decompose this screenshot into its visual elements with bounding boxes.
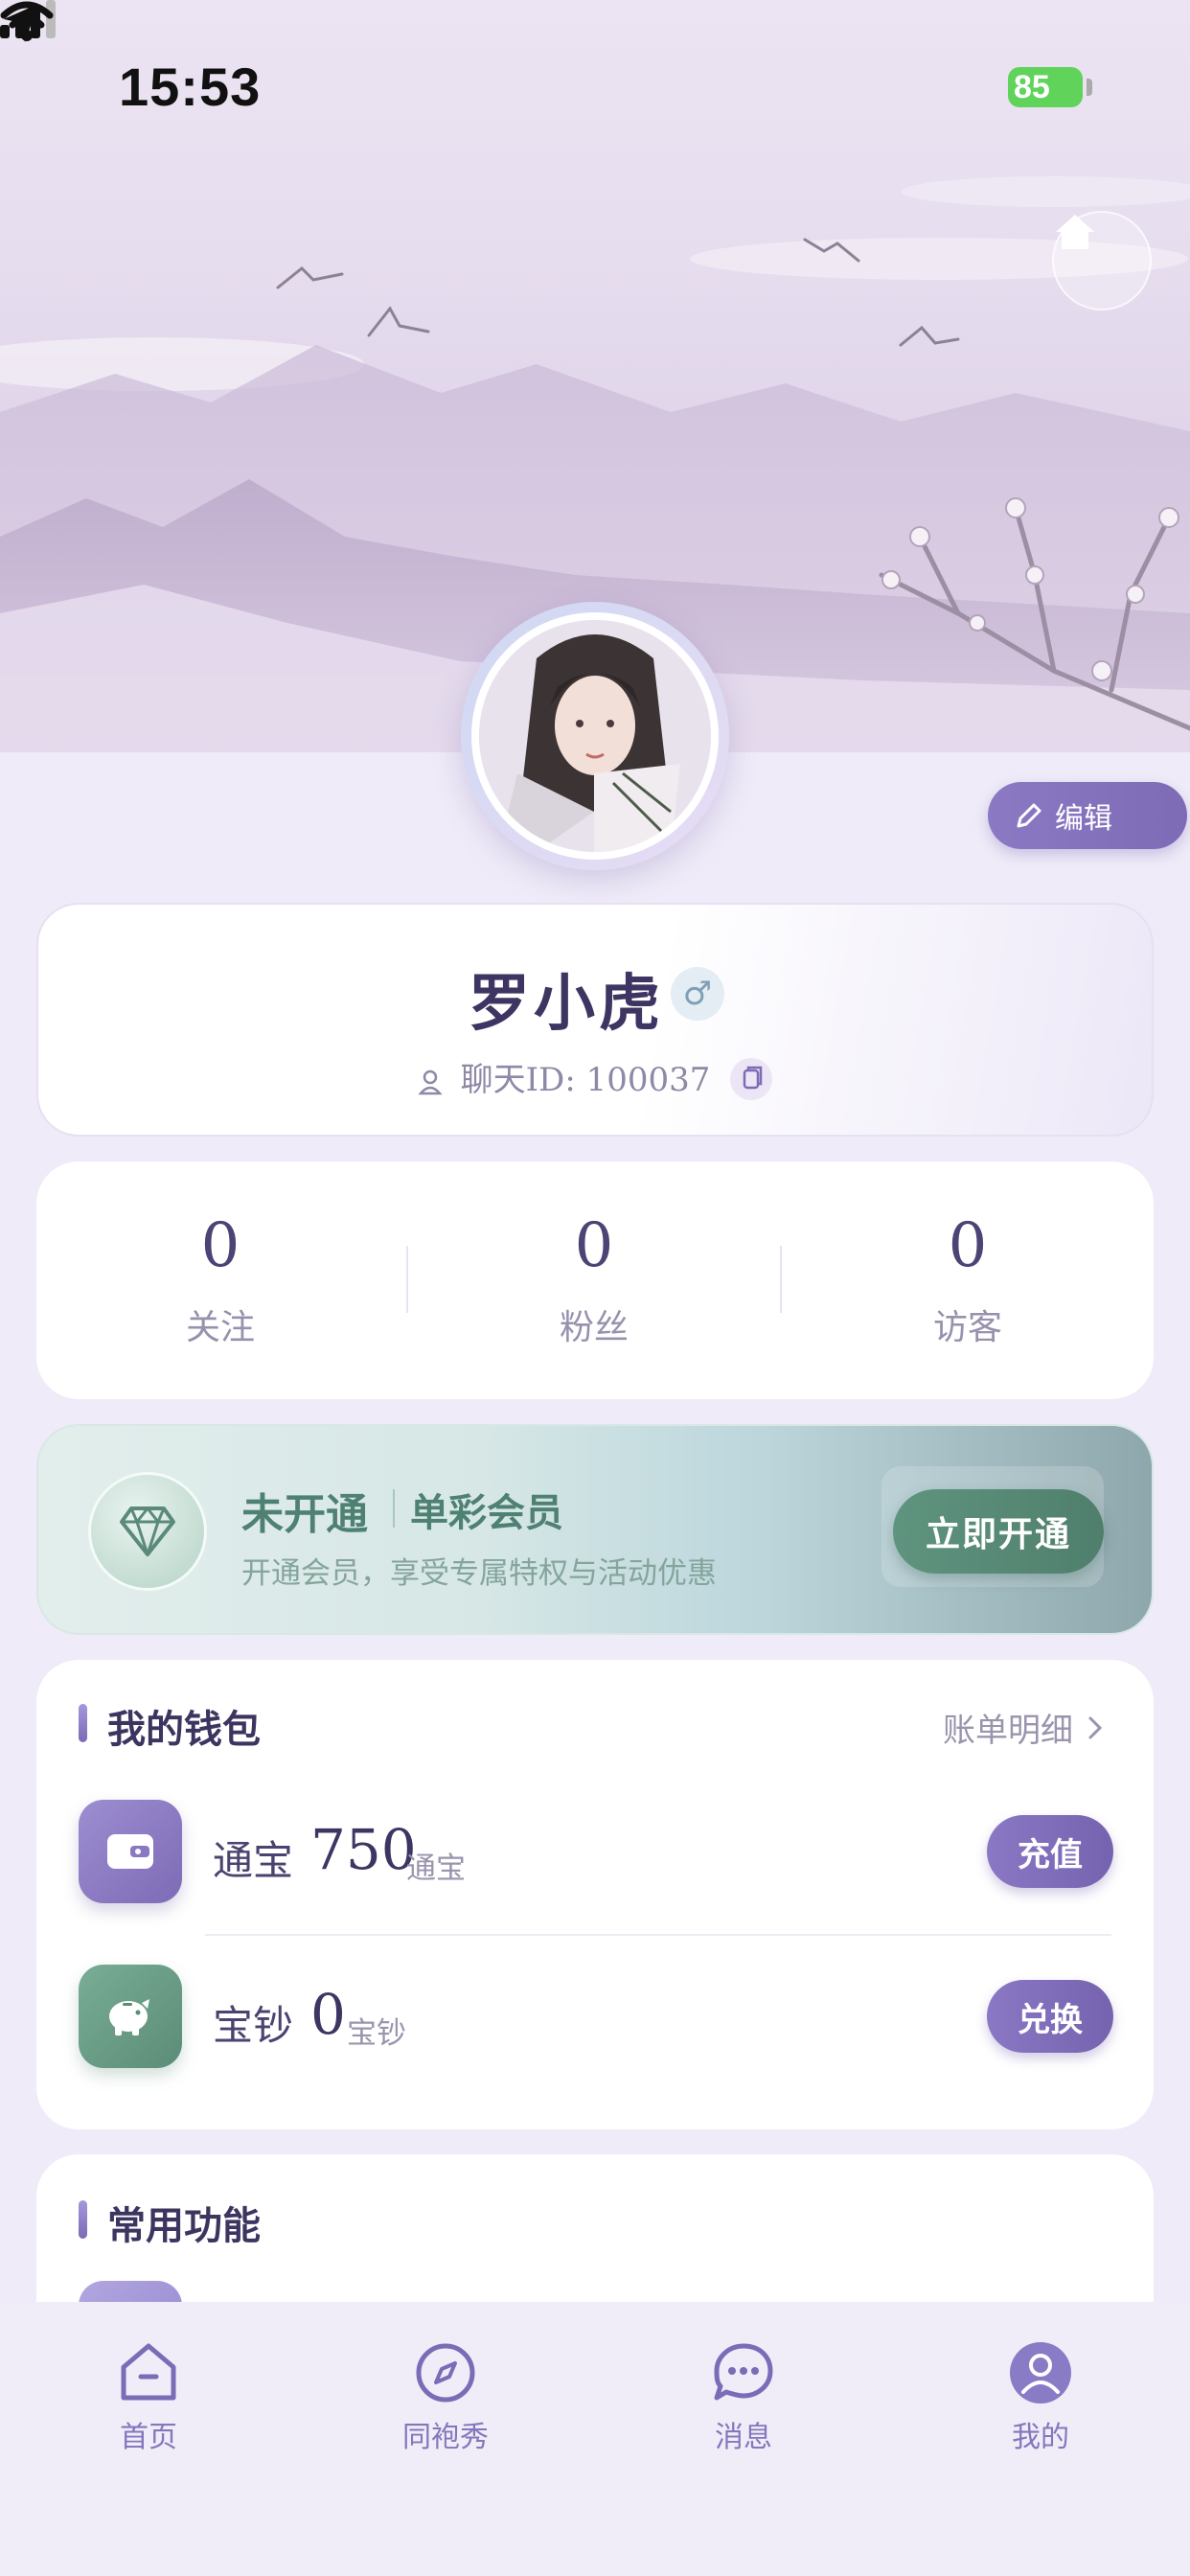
user-outline-icon (418, 1070, 443, 1095)
bill-details-label: 账单明细 (943, 1712, 1073, 1750)
tab-label: 我的 (1012, 2421, 1069, 2454)
wifi-icon (0, 1, 54, 41)
edit-label: 编辑 (1055, 802, 1112, 836)
stat-visitors[interactable]: 0 访客 (824, 1215, 1111, 1349)
vip-status: 未开通 (241, 1490, 368, 1539)
tab-home[interactable]: 首页 (53, 2338, 244, 2455)
pencil-icon (1017, 803, 1041, 828)
stat-divider (406, 1246, 408, 1313)
tongbao-amount: 750 (310, 1817, 417, 1882)
baochao-label: 宝钞 (213, 2002, 294, 2049)
vip-membership-card[interactable]: 未开通 单彩会员 开通会员，享受专属特权与活动优惠 立即开通 (36, 1424, 1154, 1635)
piggy-bank-icon (79, 1965, 182, 2068)
chat-id-row: 聊天ID: 100037 (38, 1053, 1152, 1103)
section-accent-bar (79, 2200, 87, 2239)
profile-page: 15:53 85 编辑 罗小虎 ♂ 聊天ID: 100037 0 关注 0 粉丝… (0, 0, 1190, 2576)
tab-label: 消息 (715, 2421, 772, 2454)
home-icon (121, 2343, 176, 2401)
bottom-tab-bar: 首页 同袍秀 消息 我的 (0, 2302, 1190, 2576)
tab-me[interactable]: 我的 (945, 2338, 1136, 2455)
baochao-unit: 宝钞 (347, 2016, 406, 2051)
profile-card: 罗小虎 ♂ 聊天ID: 100037 (36, 903, 1154, 1137)
wallet-glyph-icon (107, 1834, 153, 1869)
tab-tongpaoxiu[interactable]: 同袍秀 (350, 2338, 541, 2455)
battery-tip (1087, 79, 1092, 96)
recharge-button[interactable]: 充值 (987, 1815, 1113, 1888)
chat-id: 聊天ID: 100037 (460, 1061, 711, 1099)
stat-label: 粉丝 (559, 1308, 629, 1347)
chat-bubble-icon (714, 2343, 773, 2401)
tongbao-label: 通宝 (213, 1837, 294, 1884)
tab-label: 首页 (120, 2421, 177, 2454)
wallet-divider (205, 1934, 1111, 1936)
vip-badge (88, 1472, 207, 1591)
wallet-card: 我的钱包 账单明细 通宝 750 通宝 充值 宝钞 0 宝钞 兑换 (36, 1660, 1154, 2129)
stat-divider (780, 1246, 782, 1313)
battery-indicator: 85 (1008, 67, 1083, 107)
stats-card: 0 关注 0 粉丝 0 访客 (36, 1162, 1154, 1399)
section-accent-bar (79, 1704, 87, 1742)
wallet-title: 我的钱包 (107, 1707, 261, 1752)
battery-level: 85 (1014, 69, 1050, 105)
compass-icon (416, 2343, 475, 2403)
avatar-illustration (479, 620, 711, 852)
tongbao-unit: 通宝 (406, 1852, 466, 1886)
stat-fans[interactable]: 0 粉丝 (450, 1215, 738, 1349)
baochao-amount: 0 (310, 1982, 346, 2047)
user-icon (1010, 2342, 1071, 2404)
tab-messages[interactable]: 消息 (648, 2338, 839, 2455)
piggy-glyph-icon (109, 1999, 149, 2036)
functions-title: 常用功能 (107, 2203, 261, 2248)
stat-value: 0 (574, 1210, 614, 1281)
house-icon (1056, 215, 1094, 249)
chevron-right-icon (1088, 1716, 1103, 1738)
wallet-icon (79, 1800, 182, 1903)
bill-details-link[interactable]: 账单明细 (943, 1704, 1104, 1751)
vip-tier-name: 单彩会员 (410, 1490, 563, 1535)
vip-separator (393, 1489, 395, 1528)
copy-id-button[interactable] (730, 1058, 773, 1100)
home-button[interactable] (1052, 211, 1152, 310)
copy-icon (743, 1066, 763, 1090)
stat-label: 访客 (932, 1308, 1002, 1347)
stat-value: 0 (200, 1210, 240, 1281)
stat-label: 关注 (185, 1308, 255, 1347)
male-gender-icon: ♂ (671, 967, 724, 1021)
avatar[interactable] (471, 612, 719, 860)
stat-following[interactable]: 0 关注 (77, 1215, 364, 1349)
stat-value: 0 (948, 1210, 988, 1281)
status-time: 15:53 (119, 57, 262, 117)
diamond-icon (120, 1506, 175, 1556)
activate-vip-button[interactable]: 立即开通 (893, 1489, 1104, 1574)
edit-profile-button[interactable]: 编辑 (988, 782, 1187, 849)
tab-label: 同袍秀 (402, 2421, 489, 2454)
user-name: 罗小虎 (469, 968, 664, 1040)
vip-description: 开通会员，享受专属特权与活动优惠 (241, 1556, 717, 1591)
exchange-button[interactable]: 兑换 (987, 1980, 1113, 2053)
